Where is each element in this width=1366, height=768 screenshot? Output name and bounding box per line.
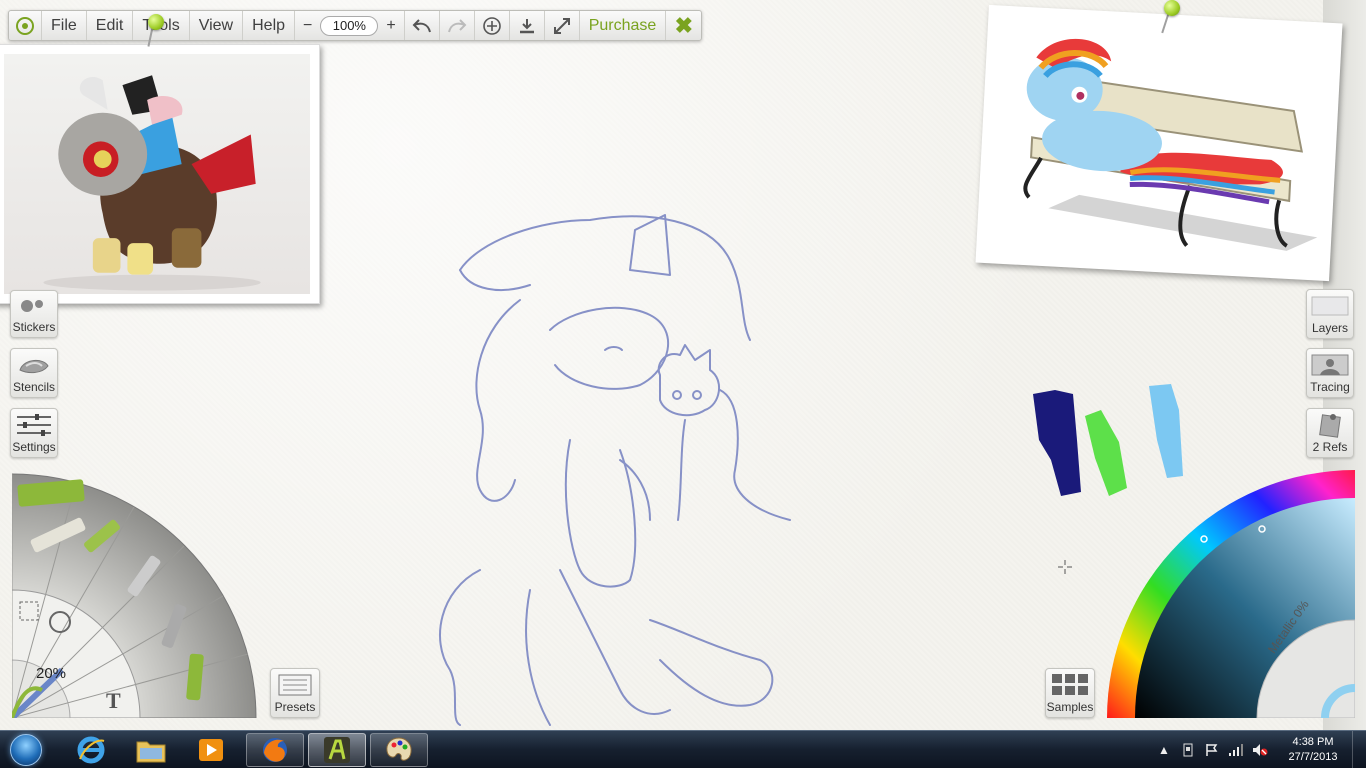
presets-button[interactable]: Presets — [270, 668, 320, 718]
close-button[interactable]: ✖ — [666, 11, 701, 40]
expand-icon — [553, 17, 570, 34]
pushpin-icon — [1315, 409, 1345, 440]
rotate-icon — [482, 16, 501, 35]
taskbar-file-explorer[interactable] — [122, 733, 180, 767]
tracing-button[interactable]: Tracing — [1306, 348, 1354, 398]
purchase-button[interactable]: Purchase — [580, 11, 667, 40]
undo-icon — [412, 18, 431, 32]
swatch-dark-blue — [1033, 390, 1081, 496]
zoom-in-button[interactable]: + — [382, 17, 399, 35]
clock-time: 4:38 PM — [1292, 736, 1334, 748]
menu-view[interactable]: View — [190, 11, 244, 40]
stencils-button[interactable]: Stencils — [10, 348, 58, 398]
samples-grid-icon — [1050, 669, 1090, 700]
rotate-canvas-button[interactable] — [475, 11, 510, 40]
pony-image — [986, 15, 1332, 271]
folder-icon — [136, 741, 166, 763]
settings-label: Settings — [12, 440, 56, 454]
artrage-icon — [324, 737, 350, 763]
system-clock[interactable]: 4:38 PM 27/7/2013 — [1278, 735, 1348, 765]
menu-edit[interactable]: Edit — [87, 11, 134, 40]
zoom-value-field[interactable]: 100% — [320, 15, 379, 36]
stencils-label: Stencils — [12, 380, 56, 394]
system-tray: ▲ 4:38 PM 27/7/2013 — [1152, 731, 1366, 768]
show-hidden-icons-icon[interactable]: ▲ — [1153, 742, 1175, 758]
clock-date: 27/7/2013 — [1288, 751, 1338, 763]
canvas-sketch — [439, 214, 791, 726]
settings-button[interactable]: Settings — [10, 408, 58, 458]
tool-picker-wheel[interactable]: 20% T — [9, 470, 260, 721]
pin-icon — [1164, 0, 1180, 16]
internet-explorer-icon — [77, 736, 105, 764]
redo-icon — [447, 18, 467, 32]
reference-image-plush[interactable] — [0, 44, 320, 304]
firefox-icon — [263, 738, 287, 762]
close-icon: ✖ — [674, 12, 694, 38]
tracing-label: Tracing — [1310, 380, 1350, 394]
taskbar-media-player[interactable] — [182, 733, 240, 767]
zoom-control: − 100% + — [295, 11, 405, 40]
show-desktop-button[interactable] — [1352, 731, 1366, 768]
stencils-icon — [16, 349, 52, 380]
stickers-icon — [17, 291, 51, 320]
layers-button[interactable]: Layers — [1306, 289, 1354, 339]
zoom-out-button[interactable]: − — [299, 17, 316, 35]
layers-icon — [1310, 290, 1350, 321]
references-button[interactable]: 2 Refs — [1306, 408, 1354, 458]
taskbar-artrage[interactable] — [308, 733, 366, 767]
fullscreen-button[interactable] — [545, 11, 580, 40]
download-icon — [519, 18, 534, 33]
swatch-light-blue — [1149, 384, 1183, 478]
crosshair-cursor-icon — [1058, 560, 1072, 574]
taskbar-firefox[interactable] — [246, 733, 304, 767]
layers-label: Layers — [1311, 321, 1349, 335]
plush-photo — [4, 54, 310, 294]
app-logo-icon — [16, 16, 34, 35]
action-center-flag-icon[interactable] — [1201, 742, 1223, 758]
redo-button[interactable] — [440, 11, 475, 40]
import-button[interactable] — [510, 11, 545, 40]
main-toolbar: File Edit Tools View Help − 100% + Purch… — [8, 10, 703, 41]
taskbar-paint[interactable] — [370, 733, 428, 767]
volume-muted-icon[interactable] — [1249, 742, 1271, 758]
paint-palette-icon — [386, 737, 412, 761]
samples-label: Samples — [1046, 700, 1094, 714]
pin-icon — [148, 14, 164, 30]
stickers-label: Stickers — [12, 320, 56, 334]
tracing-icon — [1310, 349, 1350, 380]
network-signal-icon[interactable] — [1225, 742, 1247, 758]
stickers-button[interactable]: Stickers — [10, 290, 58, 338]
taskbar-internet-explorer[interactable] — [62, 733, 120, 767]
menu-help[interactable]: Help — [243, 11, 296, 40]
reference-image-pony[interactable] — [975, 4, 1343, 282]
undo-button[interactable] — [405, 11, 440, 40]
presets-icon — [278, 669, 312, 700]
brush-size-label: 20% — [36, 665, 67, 682]
text-tool-icon[interactable]: T — [106, 688, 121, 714]
windows-logo-icon — [10, 734, 42, 766]
app-logo-button[interactable] — [9, 11, 42, 40]
presets-label: Presets — [274, 700, 316, 714]
device-icon[interactable] — [1177, 742, 1199, 758]
samples-button[interactable]: Samples — [1045, 668, 1095, 718]
start-button[interactable] — [4, 732, 48, 768]
references-label: 2 Refs — [1312, 440, 1348, 454]
sliders-icon — [15, 409, 53, 440]
media-player-icon — [199, 739, 223, 761]
menu-file[interactable]: File — [42, 11, 87, 40]
windows-taskbar: ▲ 4:38 PM 27/7/2013 — [0, 730, 1366, 768]
color-picker-wheel[interactable]: Metallic 0% — [1107, 470, 1356, 719]
